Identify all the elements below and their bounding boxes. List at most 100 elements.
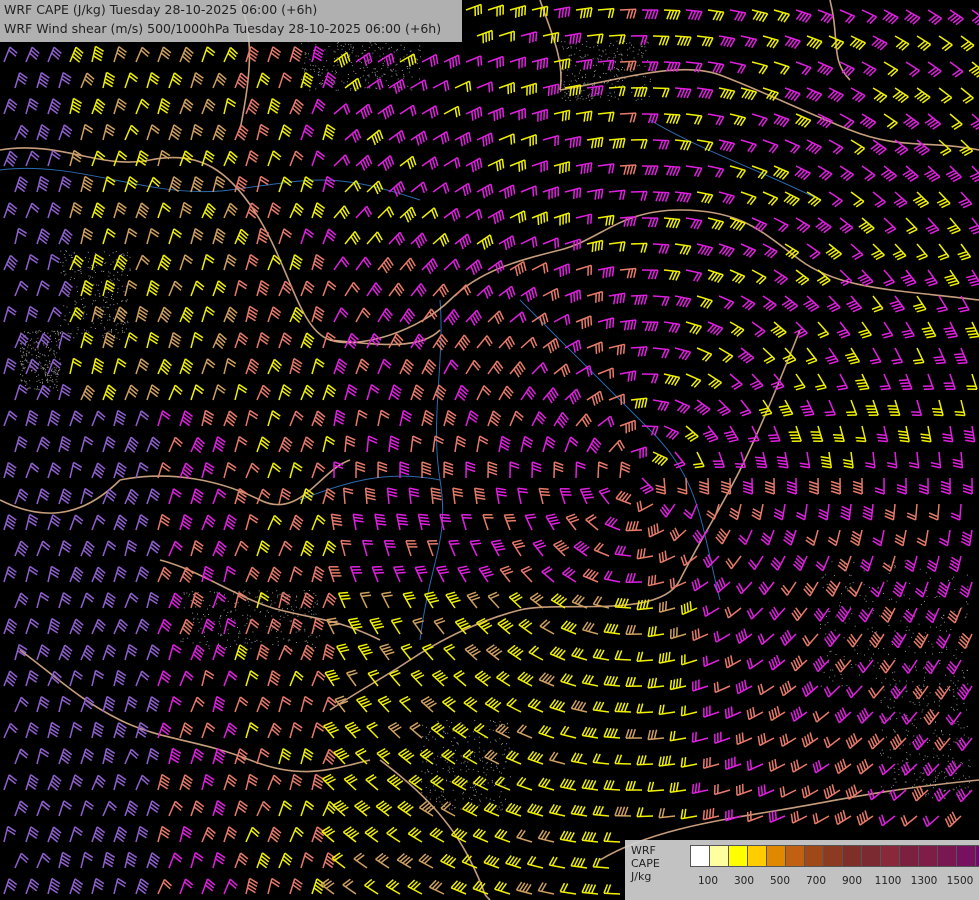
cape-stipple-dot [825,633,827,635]
cape-stipple-dot [854,625,856,627]
cape-stipple-dot [943,621,945,623]
cape-stipple-dot [896,718,898,720]
cape-stipple-dot [261,594,263,596]
cape-stipple-dot [934,701,935,703]
cape-stipple-dot [247,601,249,603]
cape-stipple-dot [957,687,959,689]
cape-stipple-dot [890,718,891,720]
cape-stipple-dot [49,335,51,337]
cape-stipple-dot [234,602,236,604]
cape-stipple-dot [482,760,484,762]
cape-stipple-dot [438,796,440,798]
cape-stipple-dot [28,387,30,389]
cape-stipple-dot [279,593,281,595]
cape-stipple-dot [109,304,111,306]
cape-stipple-dot [451,722,453,724]
cape-stipple-dot [960,762,962,763]
cape-stipple-dot [631,44,632,46]
cape-stipple-dot [952,777,954,779]
cape-stipple-dot [897,763,899,765]
cape-stipple-dot [322,80,324,81]
cape-stipple-dot [25,353,27,355]
cape-stipple-dot [238,636,239,638]
cape-stipple-dot [382,65,384,67]
cape-stipple-dot [500,809,502,811]
cape-stipple-dot [918,701,920,703]
cape-stipple-dot [41,379,43,381]
cape-stipple-dot [53,331,55,333]
cape-stipple-dot [311,643,313,645]
cape-stipple-dot [334,58,335,60]
legend-labels: WRF CAPE J/kg [631,844,660,883]
cape-stipple-dot [308,636,310,638]
cape-stipple-dot [352,50,354,52]
cape-stipple-dot [182,638,184,640]
cape-stipple-dot [924,600,925,602]
cape-stipple-dot [492,729,494,731]
cape-stipple-dot [201,618,203,620]
cape-stipple-dot [614,61,616,63]
cape-stipple-dot [246,599,248,601]
cape-stipple-dot [129,288,131,289]
cape-stipple-dot [840,674,842,675]
cape-stipple-dot [894,566,896,568]
cape-stipple-dot [213,621,215,623]
cape-stipple-dot [38,389,40,391]
cape-stipple-dot [226,639,228,641]
cape-stipple-dot [312,65,314,67]
cape-stipple-dot [563,84,565,86]
cape-stipple-dot [478,751,480,753]
cape-stipple-dot [893,768,895,770]
cape-stipple-dot [86,313,88,315]
cape-stipple-dot [43,354,45,356]
cape-stipple-dot [616,80,618,82]
cape-stipple-dot [894,567,896,569]
cape-stipple-dot [60,272,62,274]
cape-stipple-dot [495,740,497,742]
cape-stipple-dot [376,70,378,72]
cape-stipple-dot [412,55,414,57]
cape-stipple-dot [491,749,493,751]
cape-stipple-dot [883,689,885,691]
cape-stipple-dot [565,99,567,101]
cape-stipple-dot [39,356,41,358]
cape-stipple-dot [881,721,883,723]
cape-stipple-dot [500,802,502,804]
cape-stipple-dot [561,97,563,99]
cape-stipple-dot [111,296,112,297]
cape-stipple-dot [108,330,110,332]
cape-stipple-dot [907,730,909,732]
cape-stipple-dot [475,788,477,790]
cape-stipple-dot [441,794,443,796]
cape-stipple-dot [57,389,59,391]
cape-stipple-dot [616,67,618,69]
cape-stipple-dot [606,82,608,84]
cape-stipple-dot [52,371,54,372]
legend-tick-label: 700 [805,875,827,887]
cape-stipple-dot [451,741,452,743]
cape-stipple-dot [909,598,911,600]
cape-stipple-dot [445,732,446,734]
cape-stipple-dot [98,293,100,295]
cape-stipple-dot [587,82,589,84]
cape-stipple-dot [649,81,651,82]
cape-stipple-dot [927,793,929,795]
cape-stipple-dot [490,766,492,768]
cape-stipple-dot [564,95,566,97]
cape-stipple-dot [953,654,955,656]
cape-stipple-dot [506,743,507,745]
cape-stipple-dot [393,51,395,53]
cape-stipple-dot [59,358,61,360]
cape-stipple-dot [59,368,61,370]
cape-stipple-dot [277,596,278,598]
cape-stipple-dot [622,67,623,68]
cape-stipple-dot [50,377,52,379]
cape-stipple-dot [909,582,911,584]
cape-stipple-dot [903,594,905,596]
cape-stipple-dot [64,270,66,272]
cape-stipple-dot [820,685,822,687]
cape-stipple-dot [47,355,49,357]
cape-stipple-dot [349,54,351,56]
cape-stipple-dot [955,741,957,743]
cape-stipple-dot [909,743,911,745]
